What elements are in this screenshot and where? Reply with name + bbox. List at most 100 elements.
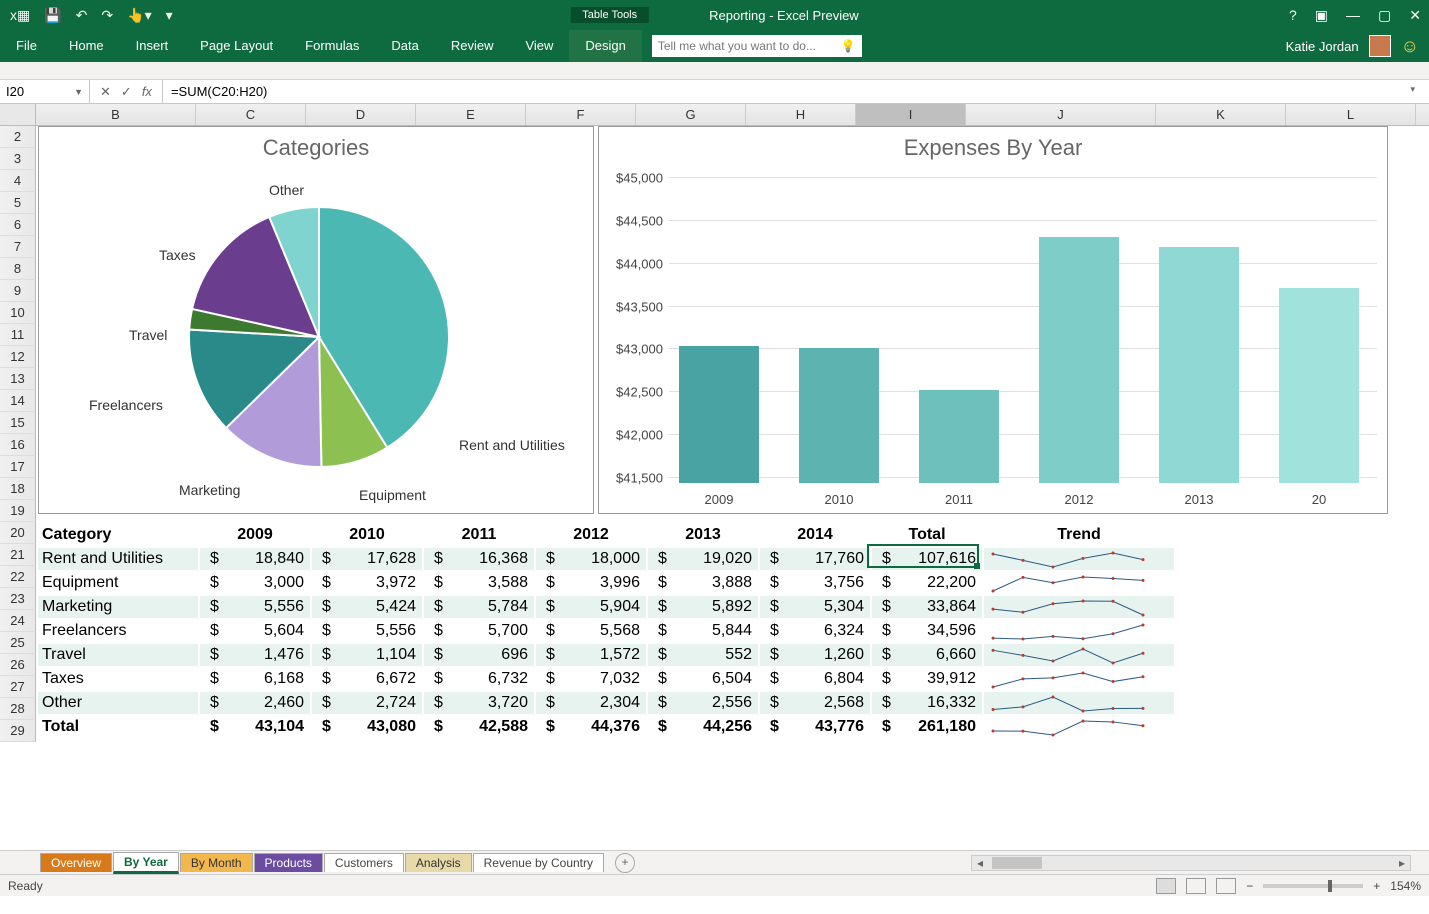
- cell-value[interactable]: $22,200: [872, 572, 982, 594]
- ribbon-tab-review[interactable]: Review: [435, 30, 510, 62]
- cell-value[interactable]: $5,784: [424, 596, 534, 618]
- cell-value[interactable]: $7,032: [536, 668, 646, 690]
- cell-value[interactable]: $43,104: [200, 716, 310, 738]
- zoom-slider[interactable]: [1263, 884, 1363, 888]
- cell-category[interactable]: Equipment: [38, 572, 198, 594]
- cell-value[interactable]: $3,588: [424, 572, 534, 594]
- row-header-4[interactable]: 4: [0, 170, 36, 192]
- row-header-23[interactable]: 23: [0, 588, 36, 610]
- table-row[interactable]: Other$2,460$2,724$3,720$2,304$2,556$2,56…: [38, 692, 1174, 714]
- cell-value[interactable]: $18,840: [200, 548, 310, 570]
- cell-category[interactable]: Other: [38, 692, 198, 714]
- cell-value[interactable]: $5,304: [760, 596, 870, 618]
- row-header-25[interactable]: 25: [0, 632, 36, 654]
- col-header-B[interactable]: B: [36, 104, 196, 125]
- cell-sparkline[interactable]: [984, 620, 1174, 642]
- expenses-table[interactable]: Category200920102011201220132014TotalTre…: [36, 522, 1176, 740]
- qat-more-icon[interactable]: ▾: [166, 7, 173, 24]
- cell-category[interactable]: Marketing: [38, 596, 198, 618]
- maximize-icon[interactable]: ▢: [1378, 7, 1391, 24]
- ribbon-tab-view[interactable]: View: [509, 30, 569, 62]
- table-header[interactable]: Category: [38, 524, 198, 546]
- cell-value[interactable]: $3,888: [648, 572, 758, 594]
- cell-sparkline[interactable]: [984, 668, 1174, 690]
- table-header[interactable]: 2012: [536, 524, 646, 546]
- row-header-6[interactable]: 6: [0, 214, 36, 236]
- normal-view-icon[interactable]: [1156, 878, 1176, 894]
- ribbon-tab-insert[interactable]: Insert: [120, 30, 185, 62]
- cell-value[interactable]: $6,672: [312, 668, 422, 690]
- row-header-13[interactable]: 13: [0, 368, 36, 390]
- zoom-level[interactable]: 154%: [1390, 879, 1421, 893]
- table-header[interactable]: Total: [872, 524, 982, 546]
- col-header-H[interactable]: H: [746, 104, 856, 125]
- cell-value[interactable]: $17,628: [312, 548, 422, 570]
- cell-value[interactable]: $1,572: [536, 644, 646, 666]
- cell-category[interactable]: Rent and Utilities: [38, 548, 198, 570]
- cell-category[interactable]: Total: [38, 716, 198, 738]
- table-header[interactable]: 2011: [424, 524, 534, 546]
- cell-value[interactable]: $5,604: [200, 620, 310, 642]
- row-header-19[interactable]: 19: [0, 500, 36, 522]
- cell-value[interactable]: $43,776: [760, 716, 870, 738]
- cell-value[interactable]: $5,556: [312, 620, 422, 642]
- row-headers[interactable]: 2345678910111213141516171819202122232425…: [0, 126, 36, 742]
- table-header[interactable]: 2009: [200, 524, 310, 546]
- cell-value[interactable]: $6,324: [760, 620, 870, 642]
- row-header-14[interactable]: 14: [0, 390, 36, 412]
- cell-value[interactable]: $44,376: [536, 716, 646, 738]
- undo-icon[interactable]: ↶: [76, 7, 88, 24]
- cell-value[interactable]: $6,504: [648, 668, 758, 690]
- cell-value[interactable]: $6,804: [760, 668, 870, 690]
- cell-value[interactable]: $6,660: [872, 644, 982, 666]
- cell-value[interactable]: $552: [648, 644, 758, 666]
- sheet-tab-revenue-by-country[interactable]: Revenue by Country: [473, 853, 604, 872]
- row-header-9[interactable]: 9: [0, 280, 36, 302]
- cell-value[interactable]: $1,476: [200, 644, 310, 666]
- row-header-29[interactable]: 29: [0, 720, 36, 742]
- ribbon-tab-file[interactable]: File: [0, 30, 53, 62]
- ribbon-tab-home[interactable]: Home: [53, 30, 120, 62]
- ribbon-tab-data[interactable]: Data: [375, 30, 434, 62]
- scroll-left-icon[interactable]: ◂: [972, 856, 988, 870]
- cell-category[interactable]: Freelancers: [38, 620, 198, 642]
- cell-value[interactable]: $34,596: [872, 620, 982, 642]
- scrollbar-thumb[interactable]: [992, 857, 1042, 869]
- cell-value[interactable]: $2,724: [312, 692, 422, 714]
- cell-category[interactable]: Taxes: [38, 668, 198, 690]
- table-row[interactable]: Freelancers$5,604$5,556$5,700$5,568$5,84…: [38, 620, 1174, 642]
- table-row[interactable]: Rent and Utilities$18,840$17,628$16,368$…: [38, 548, 1174, 570]
- scroll-right-icon[interactable]: ▸: [1394, 856, 1410, 870]
- cell-value[interactable]: $3,972: [312, 572, 422, 594]
- row-header-12[interactable]: 12: [0, 346, 36, 368]
- new-sheet-button[interactable]: +: [615, 853, 635, 873]
- row-header-2[interactable]: 2: [0, 126, 36, 148]
- cell-value[interactable]: $5,844: [648, 620, 758, 642]
- table-header[interactable]: 2010: [312, 524, 422, 546]
- ribbon-tab-page-layout[interactable]: Page Layout: [184, 30, 289, 62]
- cell-value[interactable]: $5,700: [424, 620, 534, 642]
- col-header-I[interactable]: I: [856, 104, 966, 125]
- table-row[interactable]: Taxes$6,168$6,672$6,732$7,032$6,504$6,80…: [38, 668, 1174, 690]
- row-header-10[interactable]: 10: [0, 302, 36, 324]
- cell-value[interactable]: $696: [424, 644, 534, 666]
- cell-sparkline[interactable]: [984, 596, 1174, 618]
- cell-value[interactable]: $3,996: [536, 572, 646, 594]
- table-row[interactable]: Travel$1,476$1,104$696$1,572$552$1,260$6…: [38, 644, 1174, 666]
- tell-me-search[interactable]: Tell me what you want to do...💡: [652, 35, 862, 57]
- cell-value[interactable]: $5,904: [536, 596, 646, 618]
- select-all-corner[interactable]: [0, 104, 36, 125]
- expand-formula-bar-icon[interactable]: ▾: [1410, 84, 1421, 95]
- cell-value[interactable]: $5,424: [312, 596, 422, 618]
- col-header-E[interactable]: E: [416, 104, 526, 125]
- zoom-out-icon[interactable]: −: [1246, 879, 1253, 893]
- cell-value[interactable]: $6,732: [424, 668, 534, 690]
- avatar[interactable]: [1369, 35, 1391, 57]
- row-header-20[interactable]: 20: [0, 522, 36, 544]
- cell-value[interactable]: $16,368: [424, 548, 534, 570]
- table-header[interactable]: 2014: [760, 524, 870, 546]
- col-header-C[interactable]: C: [196, 104, 306, 125]
- cell-value[interactable]: $2,304: [536, 692, 646, 714]
- close-icon[interactable]: ✕: [1409, 7, 1421, 24]
- cell-sparkline[interactable]: [984, 572, 1174, 594]
